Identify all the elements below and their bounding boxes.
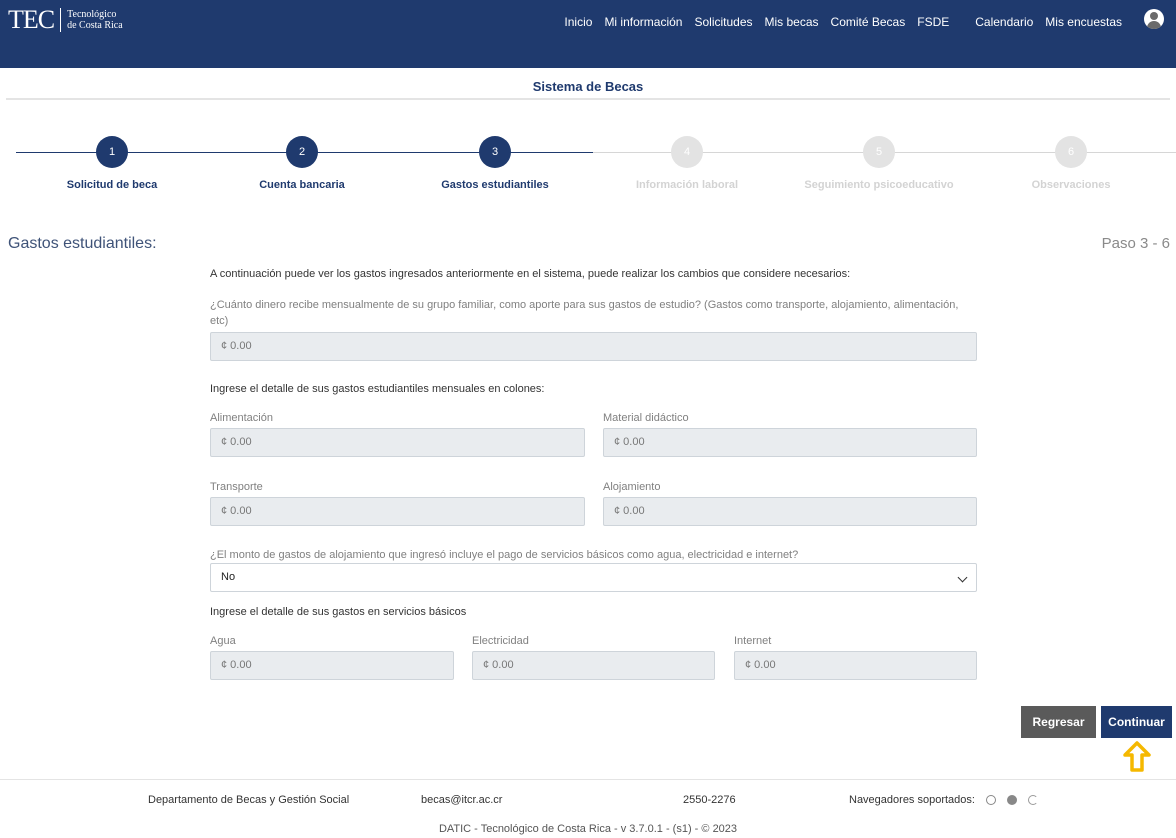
step-4: 4 Información laboral xyxy=(612,136,762,191)
back-button[interactable]: Regresar xyxy=(1021,706,1096,738)
user-avatar-icon[interactable] xyxy=(1144,9,1164,29)
nav-solicitudes[interactable]: Solicitudes xyxy=(694,15,752,29)
step-6: 6 Observaciones xyxy=(996,136,1146,191)
nav-mis-encuestas[interactable]: Mis encuestas xyxy=(1045,15,1122,29)
agua-input[interactable]: ¢ 0.00 xyxy=(210,651,454,680)
step-3-label: Gastos estudiantiles xyxy=(441,179,549,191)
footer-browsers: Navegadores soportados: xyxy=(849,794,1038,806)
logo-line-1: Tecnológico xyxy=(67,9,117,20)
logo-line-2: de Costa Rica xyxy=(67,20,123,31)
step-count: Paso 3 - 6 xyxy=(1101,235,1170,252)
servicios-question-label: ¿El monto de gastos de alojamiento que i… xyxy=(210,549,799,561)
subtitle-divider xyxy=(6,98,1170,100)
section-title: Gastos estudiantiles: xyxy=(8,235,157,252)
firefox-icon xyxy=(1006,795,1017,805)
page-subtitle: Sistema de Becas xyxy=(532,79,644,94)
step-5-label: Seguimiento psicoeducativo xyxy=(804,179,954,191)
alimentacion-input[interactable]: ¢ 0.00 xyxy=(210,428,585,457)
step-2[interactable]: 2 Cuenta bancaria xyxy=(227,136,377,191)
step-2-label: Cuenta bancaria xyxy=(259,179,345,191)
footer-phone: 2550-2276 xyxy=(683,794,736,806)
footer-department: Departamento de Becas y Gestión Social xyxy=(148,794,350,806)
footer-email[interactable]: becas@itcr.ac.cr xyxy=(421,794,502,806)
transporte-input[interactable]: ¢ 0.00 xyxy=(210,497,585,526)
logo-tec-text: TEC xyxy=(8,5,55,34)
step-4-number: 4 xyxy=(671,136,703,168)
servicios-select[interactable]: No xyxy=(210,563,977,592)
footer-divider xyxy=(0,779,1176,780)
step-4-label: Información laboral xyxy=(635,179,739,191)
step-2-number: 2 xyxy=(286,136,318,168)
electricidad-input[interactable]: ¢ 0.00 xyxy=(472,651,715,680)
top-navbar: TEC Tecnológico de Costa Rica Inicio Mi … xyxy=(0,0,1176,68)
alojamiento-label: Alojamiento xyxy=(603,481,661,493)
nav-fsde[interactable]: FSDE xyxy=(917,15,949,29)
logo-institution: Tecnológico de Costa Rica xyxy=(67,9,123,31)
nav-mi-informacion[interactable]: Mi información xyxy=(604,15,682,29)
step-1-label: Solicitud de beca xyxy=(66,179,158,191)
agua-label: Agua xyxy=(210,635,236,647)
step-6-number: 6 xyxy=(1055,136,1087,168)
step-1[interactable]: 1 Solicitud de beca xyxy=(37,136,187,191)
servicios-selected-value: No xyxy=(221,571,236,583)
chevron-down-icon xyxy=(957,572,968,583)
step-5-number: 5 xyxy=(863,136,895,168)
internet-input[interactable]: ¢ 0.00 xyxy=(734,651,977,680)
material-input[interactable]: ¢ 0.00 xyxy=(603,428,977,457)
step-6-label: Observaciones xyxy=(1031,179,1111,191)
step-1-number: 1 xyxy=(96,136,128,168)
avatar-head xyxy=(1150,12,1158,20)
logo-separator xyxy=(60,8,62,32)
material-label: Material didáctico xyxy=(603,412,689,424)
nav-comite-becas[interactable]: Comité Becas xyxy=(831,15,906,29)
alojamiento-input[interactable]: ¢ 0.00 xyxy=(603,497,977,526)
arrow-up-icon xyxy=(1123,741,1151,773)
avatar-body xyxy=(1147,21,1161,29)
step-5: 5 Seguimiento psicoeducativo xyxy=(804,136,954,191)
step-3[interactable]: 3 Gastos estudiantiles xyxy=(420,136,570,191)
form-intro: A continuación puede ver los gastos ingr… xyxy=(210,268,851,280)
family-contribution-label: ¿Cuánto dinero recibe mensualmente de su… xyxy=(210,299,959,327)
continue-button[interactable]: Continuar xyxy=(1101,706,1172,738)
family-contribution-input[interactable]: ¢ 0.00 xyxy=(210,332,977,361)
tec-logo[interactable]: TEC Tecnológico de Costa Rica xyxy=(8,6,123,34)
edge-icon xyxy=(1027,795,1038,805)
progress-stepper: 1 Solicitud de beca 2 Cuenta bancaria 3 … xyxy=(0,130,1176,200)
browsers-label: Navegadores soportados: xyxy=(849,794,975,806)
transporte-label: Transporte xyxy=(210,481,263,493)
basic-services-title: Ingrese el detalle de sus gastos en serv… xyxy=(210,606,467,618)
nav-inicio[interactable]: Inicio xyxy=(564,15,592,29)
nav-mis-becas[interactable]: Mis becas xyxy=(765,15,819,29)
detail-title: Ingrese el detalle de sus gastos estudia… xyxy=(210,383,545,395)
nav-calendario[interactable]: Calendario xyxy=(975,15,1033,29)
chrome-icon xyxy=(985,795,996,805)
alimentacion-label: Alimentación xyxy=(210,412,273,424)
electricidad-label: Electricidad xyxy=(472,635,529,647)
main-nav: Inicio Mi información Solicitudes Mis be… xyxy=(552,15,1122,29)
internet-label: Internet xyxy=(734,635,772,647)
footer-copyright: DATIC - Tecnológico de Costa Rica - v 3.… xyxy=(438,823,738,835)
step-3-number: 3 xyxy=(479,136,511,168)
